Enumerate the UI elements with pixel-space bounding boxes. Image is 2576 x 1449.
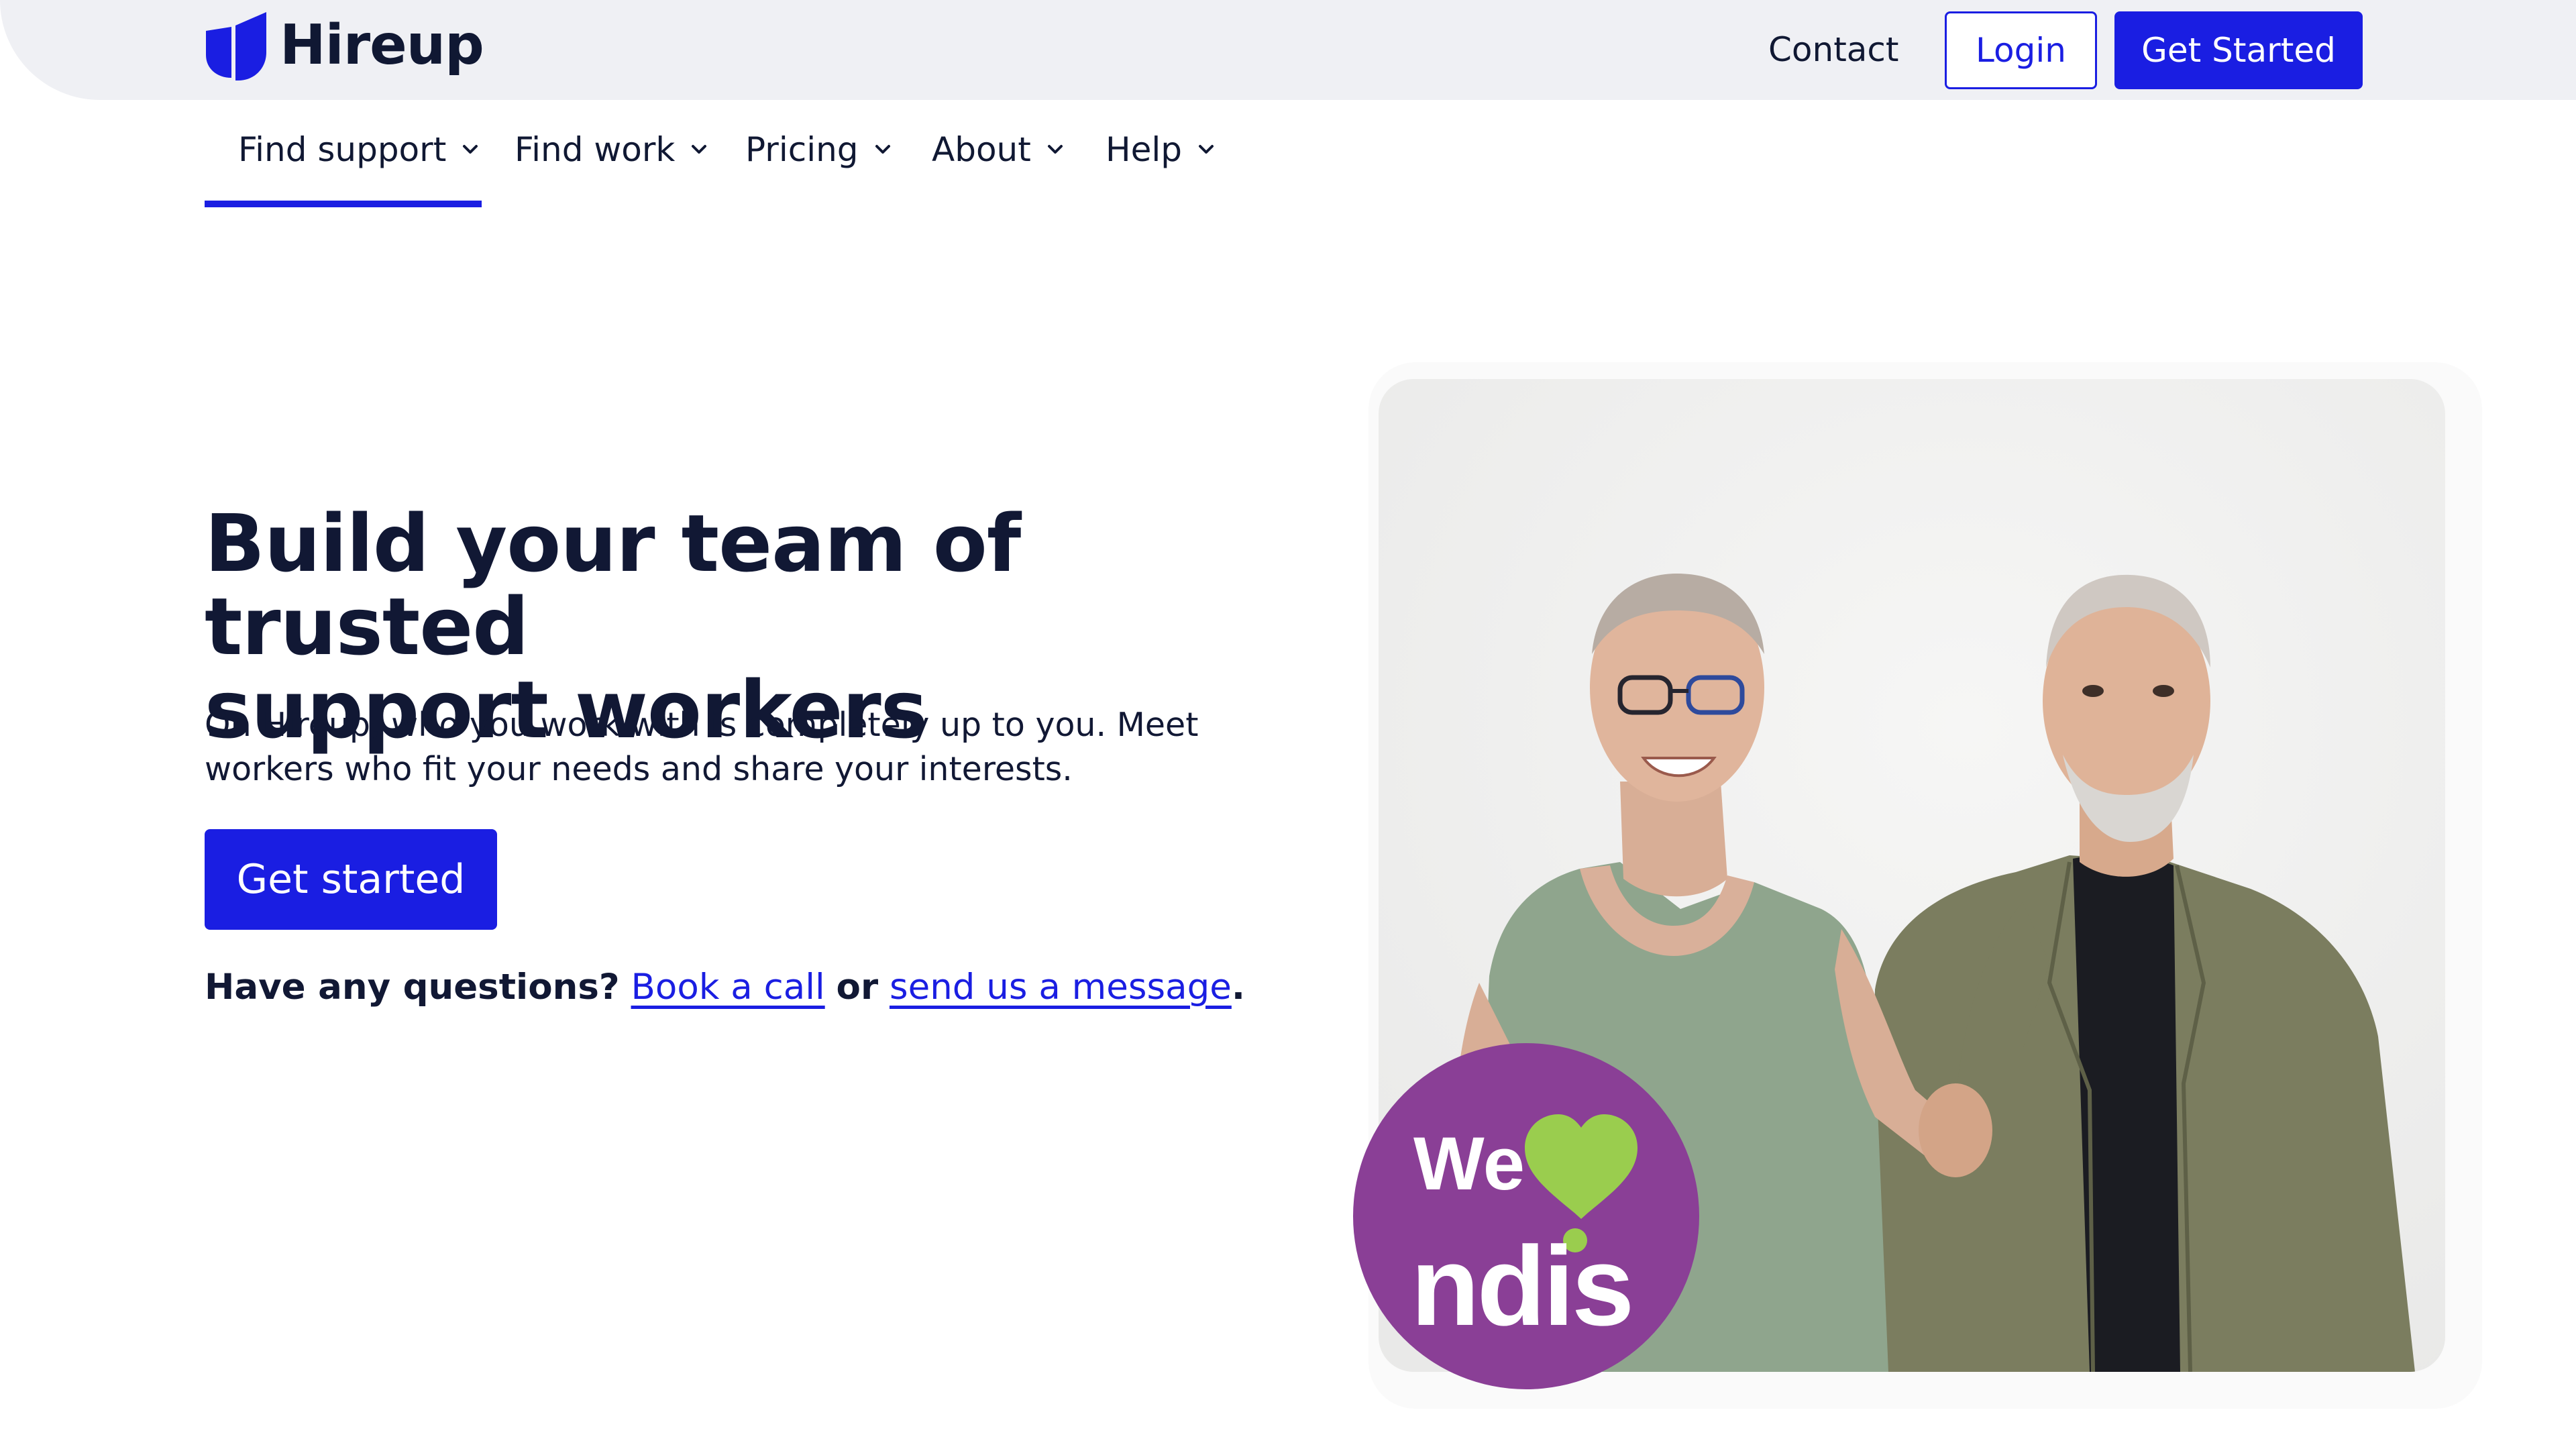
- nav-item-pricing[interactable]: Pricing: [745, 123, 892, 210]
- chevron-down-icon: [1047, 145, 1063, 154]
- send-message-link[interactable]: send us a message: [890, 967, 1232, 1008]
- nav-item-label: Pricing: [745, 130, 859, 169]
- questions-line: Have any questions? Book a call or send …: [205, 961, 1245, 1014]
- hero-title-line-1: Build your team of trusted: [205, 497, 1021, 673]
- nav-item-help[interactable]: Help: [1106, 123, 1216, 210]
- nav-item-label: Find work: [515, 130, 676, 169]
- nav-item-find-work[interactable]: Find work: [515, 123, 708, 210]
- chevron-down-icon: [463, 145, 478, 154]
- chevron-down-icon: [1199, 145, 1214, 154]
- nav-item-find-support[interactable]: Find support: [238, 123, 480, 210]
- nav-item-label: Help: [1106, 130, 1182, 169]
- questions-period: .: [1231, 967, 1245, 1008]
- badge-word-we: We: [1413, 1122, 1525, 1205]
- nav-item-label: About: [932, 130, 1031, 169]
- badge-word-ndis: ndis: [1411, 1223, 1631, 1349]
- questions-prefix: Have any questions?: [205, 967, 620, 1008]
- hireup-logo-icon: [206, 12, 266, 80]
- we-love-ndis-badge: We ndis: [1353, 1043, 1699, 1389]
- top-bar: Hireup Contact Login Get Started: [0, 0, 2576, 100]
- nav-active-indicator: [205, 201, 482, 207]
- get-started-hero-button[interactable]: Get started: [205, 829, 497, 930]
- questions-or: or: [836, 967, 879, 1008]
- book-a-call-link[interactable]: Book a call: [631, 967, 825, 1008]
- get-started-header-button[interactable]: Get Started: [2114, 11, 2363, 89]
- logo[interactable]: Hireup: [205, 11, 484, 80]
- hero-subtitle-line-2: workers who fit your needs and share you…: [205, 750, 1073, 788]
- logo-text: Hireup: [280, 13, 484, 77]
- login-button[interactable]: Login: [1945, 11, 2097, 89]
- chevron-down-icon: [692, 145, 707, 154]
- nav-item-about[interactable]: About: [932, 123, 1065, 210]
- contact-link[interactable]: Contact: [1768, 25, 1899, 74]
- hero-subtitle: On Hireup, who you work with is complete…: [205, 703, 1211, 792]
- hero-subtitle-line-1: On Hireup, who you work with is complete…: [205, 706, 1199, 744]
- chevron-down-icon: [875, 145, 890, 154]
- nav-item-label: Find support: [238, 130, 447, 169]
